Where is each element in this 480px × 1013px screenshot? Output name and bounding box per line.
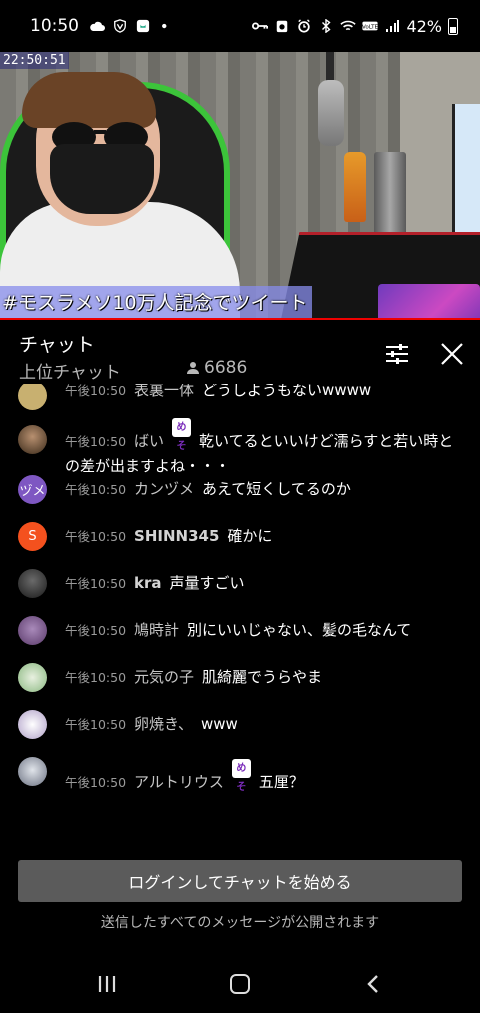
- viewer-count-value: 6686: [204, 358, 248, 378]
- message-time: 午後10:50: [65, 775, 127, 790]
- chat-mode-selector[interactable]: 上位チャット: [19, 358, 121, 383]
- message-author[interactable]: 表裏一体: [134, 384, 194, 399]
- status-bar: 10:50 VoLTE 42%: [0, 0, 480, 52]
- message-text: 肌綺麗でうらやま: [202, 668, 323, 686]
- message-author[interactable]: 鳩時計: [134, 621, 179, 639]
- message-author[interactable]: アルトリウス: [134, 773, 224, 791]
- message-time: 午後10:50: [65, 434, 127, 449]
- svg-text:VoLTE: VoLTE: [362, 24, 378, 30]
- message-text: 確かに: [227, 527, 273, 545]
- home-icon[interactable]: [230, 974, 250, 994]
- message-time: 午後10:50: [65, 576, 127, 591]
- system-nav-bar: [0, 955, 480, 1013]
- sliders-icon[interactable]: [383, 340, 411, 368]
- message-author[interactable]: カンヅメ: [134, 480, 194, 498]
- video-mic-arm: [326, 52, 334, 82]
- message-time: 午後10:50: [65, 482, 127, 497]
- login-to-chat-button[interactable]: ログインしてチャットを始める: [18, 860, 462, 902]
- person-icon: [187, 362, 199, 374]
- vpn-shield-icon: [114, 19, 126, 33]
- message-author[interactable]: kra: [134, 574, 162, 592]
- bluetooth-icon: [322, 19, 332, 33]
- member-badge: めそ: [172, 418, 192, 452]
- avatar[interactable]: ヅメ: [18, 475, 47, 504]
- avatar-initials: S: [28, 529, 37, 544]
- volte-icon: VoLTE: [362, 21, 378, 30]
- wifi-icon: [340, 20, 357, 31]
- avatar[interactable]: [18, 425, 47, 454]
- message-text: www: [200, 715, 238, 733]
- key-icon: [252, 22, 269, 30]
- chat-header: チャット 上位チャット 6686: [0, 320, 480, 384]
- battery-icon: [448, 17, 458, 35]
- message-text: 声量すごい: [169, 574, 245, 592]
- message-author[interactable]: 卵焼き、: [134, 715, 193, 733]
- app-notification-icon: [136, 19, 150, 33]
- avatar[interactable]: [18, 710, 47, 739]
- chat-mode-label: 上位チャット: [19, 363, 121, 383]
- dot-icon: [162, 23, 167, 29]
- message-time: 午後10:50: [65, 623, 127, 638]
- video-caption: #モスラメソ10万人記念でツイート: [0, 286, 312, 318]
- alarm-icon: [298, 19, 311, 33]
- message-author[interactable]: 元気の子: [134, 668, 194, 686]
- signal-icon: [386, 20, 400, 32]
- message-time: 午後10:50: [65, 384, 127, 398]
- recorder-icon: [277, 20, 288, 33]
- video-timestamp: 22:50:51: [0, 52, 69, 69]
- status-time: 10:50: [30, 16, 79, 36]
- member-badge: めそ: [231, 759, 251, 793]
- message-text: あえて短くしてるのか: [202, 480, 351, 498]
- battery-percent: 42%: [406, 16, 442, 36]
- close-icon[interactable]: [438, 340, 466, 368]
- message-text: 別にいいじゃない、髪の毛なんて: [187, 621, 412, 639]
- cloud-icon: [90, 21, 105, 31]
- message-author[interactable]: ばい: [134, 432, 164, 450]
- message-author[interactable]: SHINN345: [134, 527, 219, 545]
- avatar[interactable]: [18, 663, 47, 692]
- video-bottle: [344, 152, 366, 222]
- back-icon[interactable]: [366, 974, 380, 994]
- chat-message-list[interactable]: 午後10:50 表裏一体 どうしようもないwwww 午後10:50 ばいめそ 乾いてると…: [0, 384, 480, 804]
- public-messages-notice: 送信したすべてのメッセージが公開されます: [100, 915, 380, 931]
- avatar[interactable]: [18, 384, 47, 410]
- video-face-mask: [50, 144, 154, 214]
- video-player[interactable]: 22:50:51 #モスラメソ10万人記念でツイート: [0, 52, 480, 318]
- avatar[interactable]: [18, 616, 47, 645]
- avatar-initials: ヅメ: [19, 484, 46, 499]
- message-time: 午後10:50: [65, 529, 127, 544]
- message-time: 午後10:50: [65, 670, 127, 685]
- video-keyboard: [378, 284, 480, 318]
- avatar[interactable]: [18, 569, 47, 598]
- message-text: 五厘？: [258, 773, 304, 791]
- avatar[interactable]: [18, 757, 47, 786]
- recent-apps-icon[interactable]: [98, 975, 116, 993]
- chat-title: チャット: [19, 334, 95, 356]
- video-microphone: [318, 80, 344, 146]
- viewer-count: 6686: [186, 358, 247, 378]
- avatar[interactable]: S: [18, 522, 47, 551]
- video-cup: [374, 152, 406, 238]
- message-text: どうしようもないwwww: [202, 384, 372, 399]
- message-time: 午後10:50: [65, 717, 127, 732]
